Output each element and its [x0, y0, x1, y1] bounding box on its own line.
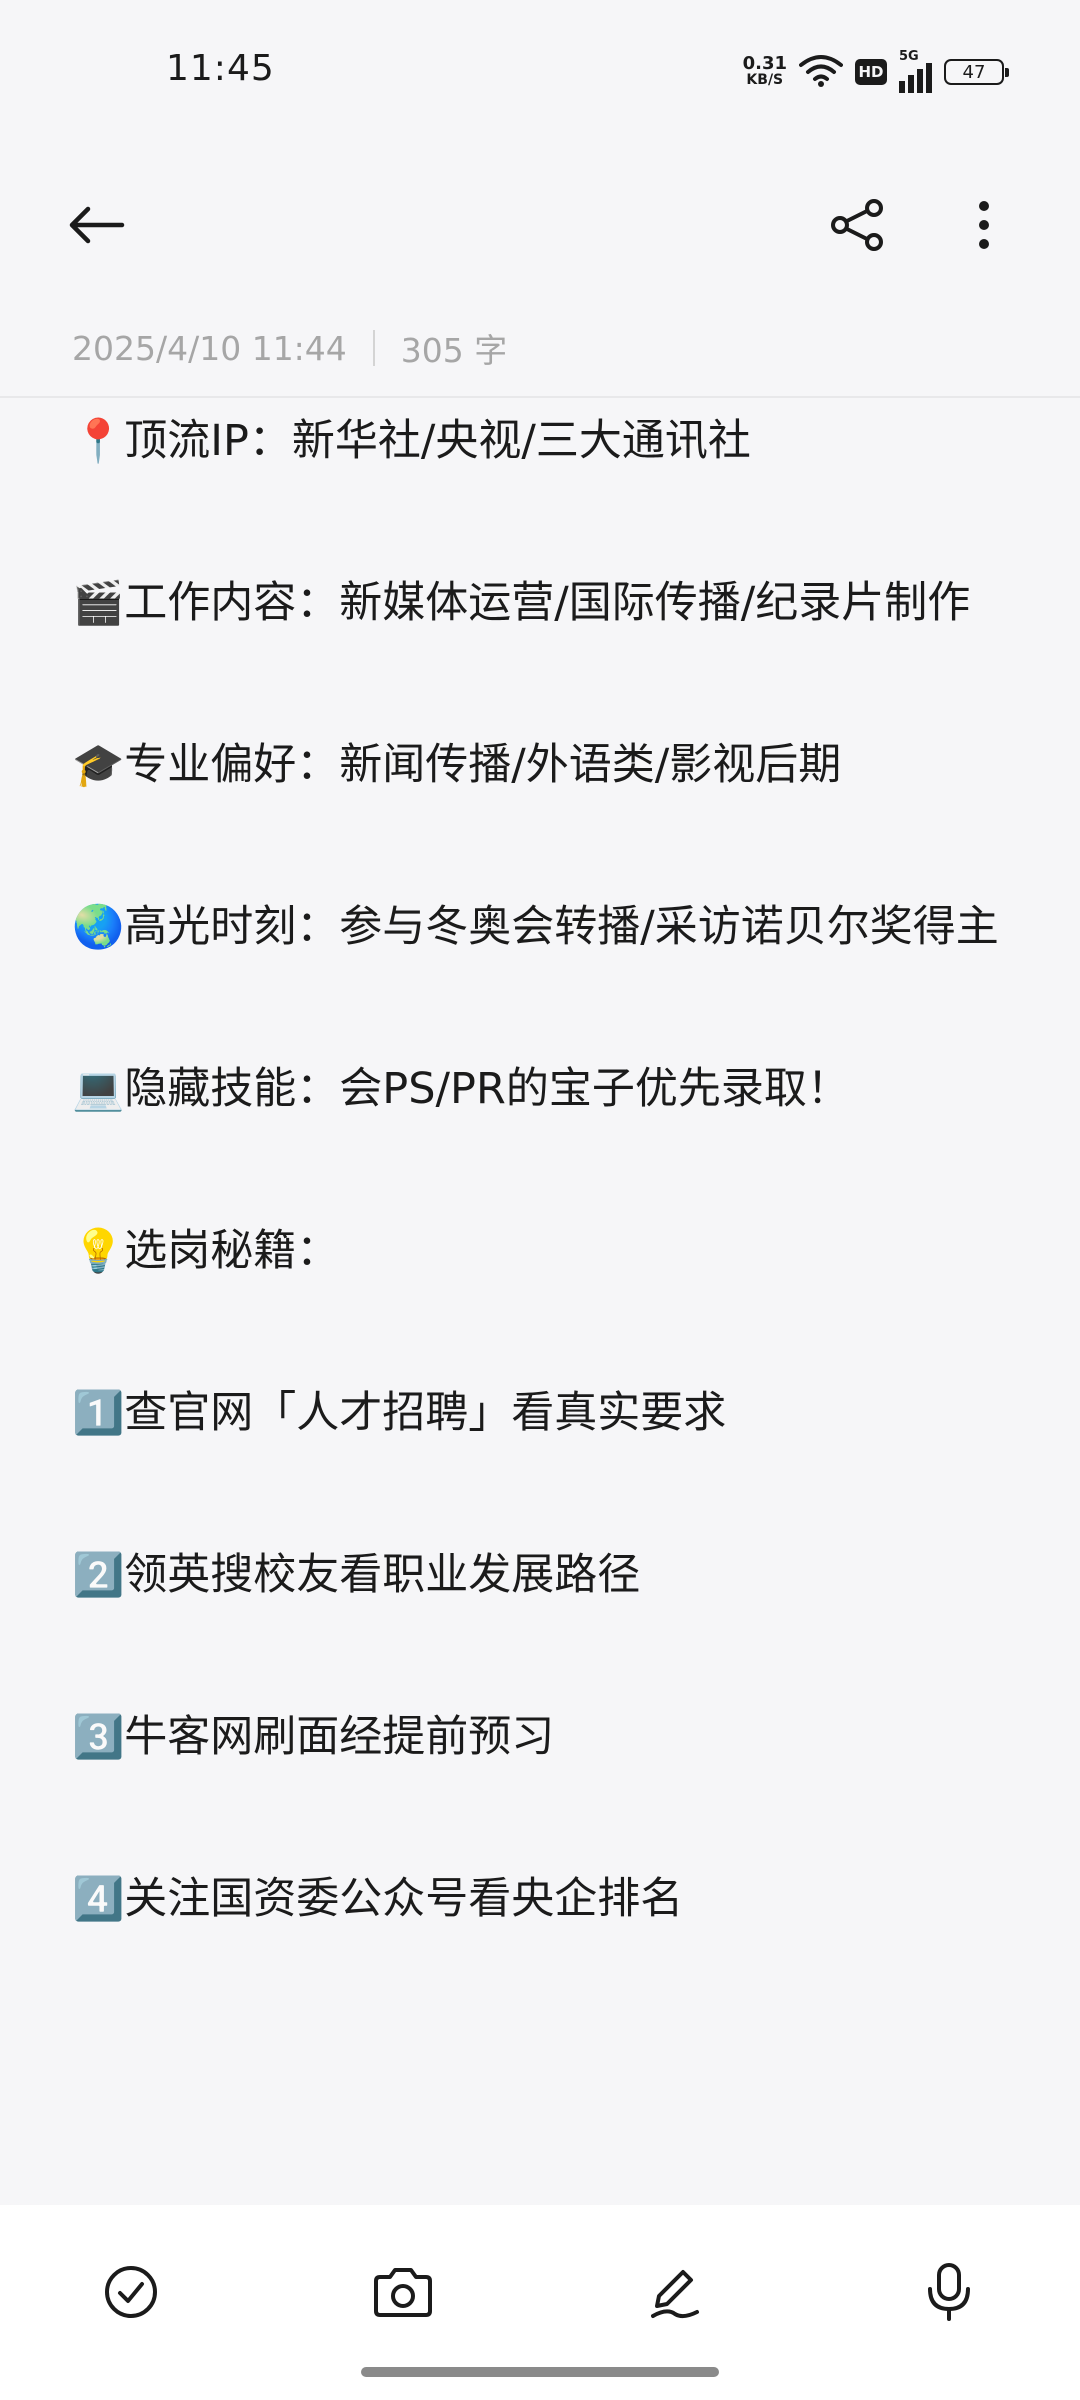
pin-icon: 📍: [72, 416, 125, 465]
keycap-1-icon: 1️⃣: [72, 1388, 125, 1437]
network-speed-value: 0.31: [742, 53, 787, 74]
wifi-icon: [799, 53, 843, 91]
graduation-cap-icon: 🎓: [72, 740, 125, 789]
note-paragraph: 1️⃣查官网「人才招聘」看真实要求: [72, 1372, 1012, 1454]
camera-button[interactable]: [358, 2249, 448, 2339]
note-meta: 2025/4/10 11:44 305 字: [72, 326, 508, 371]
note-paragraph: 🌏高光时刻：参与冬奥会转播/采访诺贝尔奖得主: [72, 886, 1012, 968]
meta-divider: [372, 330, 375, 366]
back-button[interactable]: [56, 192, 136, 262]
note-paragraph: 2️⃣领英搜校友看职业发展路径: [72, 1534, 1012, 1616]
handwriting-pen-icon: [645, 2262, 705, 2326]
arrow-left-icon: [66, 203, 126, 251]
hd-voice-icon: HD: [855, 59, 887, 85]
checklist-icon: [103, 2264, 159, 2324]
note-datetime: 2025/4/10 11:44: [72, 328, 347, 368]
status-time: 11:45: [166, 48, 275, 89]
home-indicator[interactable]: [361, 2367, 719, 2377]
checklist-button[interactable]: [86, 2249, 176, 2339]
note-content[interactable]: 📍顶流IP：新华社/央视/三大通讯社 🎬工作内容：新媒体运营/国际传播/纪录片制…: [72, 400, 1012, 2020]
note-paragraph: 🎬工作内容：新媒体运营/国际传播/纪录片制作: [72, 562, 1012, 644]
note-paragraph: 3️⃣牛客网刷面经提前预习: [72, 1696, 1012, 1778]
lightbulb-icon: 💡: [72, 1226, 125, 1275]
note-toolbar: [0, 170, 1080, 280]
camera-icon: [372, 2265, 434, 2323]
share-icon: [830, 199, 886, 255]
note-paragraph: 💡选岗秘籍：: [72, 1210, 1012, 1292]
handwriting-button[interactable]: [630, 2249, 720, 2339]
voice-input-button[interactable]: [904, 2249, 994, 2339]
paragraph-text: 专业偏好：新闻传播/外语类/影视后期: [124, 740, 842, 790]
paragraph-text: 关注国资委公众号看央企排名: [124, 1874, 684, 1924]
clapperboard-icon: 🎬: [72, 578, 125, 627]
status-bar: 11:45 0.31 KB/S HD 5G 47: [0, 0, 1080, 140]
keycap-4-icon: 4️⃣: [72, 1874, 125, 1923]
more-options-button[interactable]: [944, 192, 1024, 262]
paragraph-text: 顶流IP：新华社/央视/三大通讯社: [124, 416, 751, 466]
laptop-icon: 💻: [72, 1064, 125, 1113]
globe-icon: 🌏: [72, 902, 125, 951]
paragraph-text: 隐藏技能：会PS/PR的宝子优先录取！: [124, 1064, 850, 1114]
note-paragraph: 📍顶流IP：新华社/央视/三大通讯社: [72, 400, 1012, 482]
signal-type-label: 5G: [899, 49, 919, 64]
paragraph-text: 牛客网刷面经提前预习: [124, 1712, 555, 1762]
paragraph-text: 查官网「人才招聘」看真实要求: [124, 1388, 727, 1438]
paragraph-text: 高光时刻：参与冬奥会转播/采访诺贝尔奖得主: [124, 902, 999, 952]
note-paragraph: 💻隐藏技能：会PS/PR的宝子优先录取！: [72, 1048, 1012, 1130]
network-speed: 0.31 KB/S: [743, 55, 787, 89]
network-speed-unit: KB/S: [746, 72, 784, 88]
battery-level: 47: [962, 61, 986, 83]
status-icons: 0.31 KB/S HD 5G 47: [743, 49, 1009, 94]
paragraph-text: 工作内容：新媒体运营/国际传播/纪录片制作: [124, 578, 971, 628]
note-paragraph: 🎓专业偏好：新闻传播/外语类/影视后期: [72, 724, 1012, 806]
microphone-icon: [924, 2261, 974, 2327]
share-button[interactable]: [818, 192, 898, 262]
keycap-2-icon: 2️⃣: [72, 1550, 125, 1599]
keycap-3-icon: 3️⃣: [72, 1712, 125, 1761]
cellular-signal-icon: 5G: [899, 49, 932, 93]
more-vertical-icon: [976, 200, 992, 254]
note-paragraph: 4️⃣关注国资委公众号看央企排名: [72, 1858, 1012, 1940]
meta-separator: [0, 396, 1080, 398]
paragraph-text: 领英搜校友看职业发展路径: [124, 1550, 641, 1600]
note-word-count: 305 字: [400, 331, 508, 370]
battery-icon: 47: [944, 59, 1009, 85]
paragraph-text: 选岗秘籍：: [124, 1226, 340, 1276]
